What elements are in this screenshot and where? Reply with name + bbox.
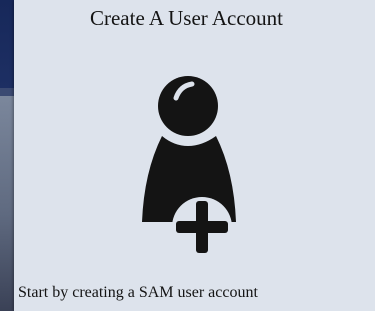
card-description: Start by creating a SAM user account: [18, 284, 258, 301]
page: Create A User Account Start by creating …: [0, 0, 375, 311]
create-user-account-card[interactable]: Create A User Account Start by creating …: [14, 0, 375, 311]
add-user-icon: [132, 72, 252, 262]
card-title: Create A User Account: [89, 6, 284, 30]
